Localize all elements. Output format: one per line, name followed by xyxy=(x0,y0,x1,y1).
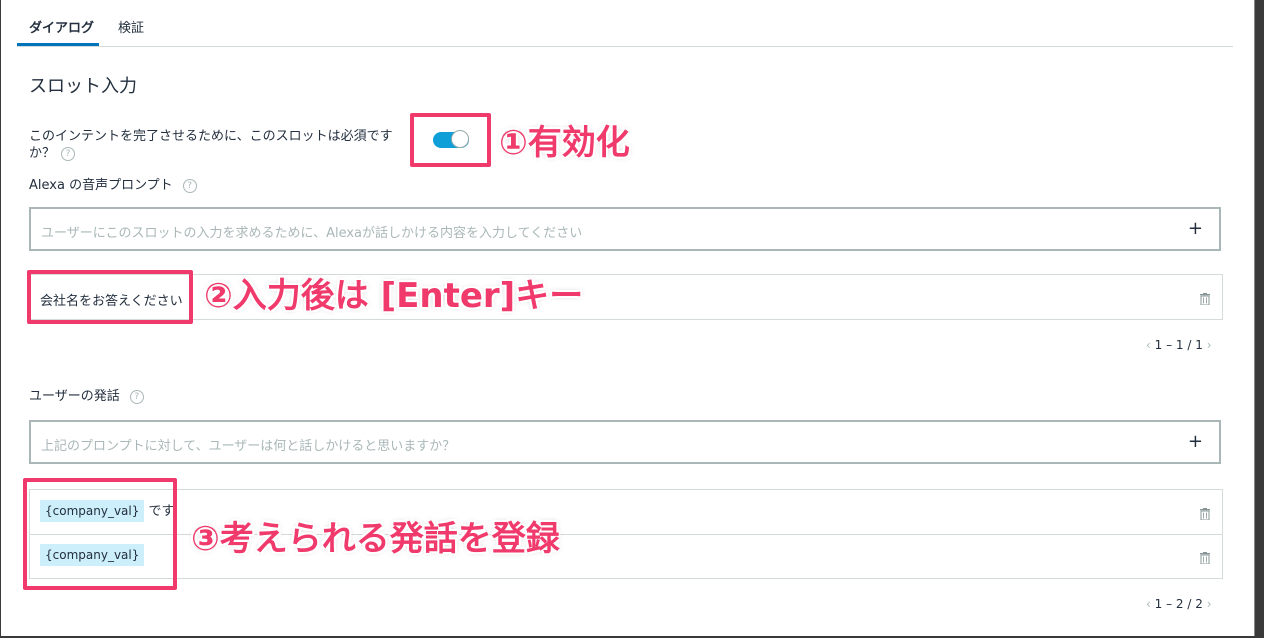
prompt-input-placeholder: ユーザーにこのスロットの入力を求めるために、Alexaが話しかける内容を入力して… xyxy=(41,226,583,241)
utterance-label-row: ユーザーの発話? xyxy=(29,388,144,405)
required-question-line2: か？ xyxy=(29,146,56,161)
prompt-pager: ‹ 1 – 1 / 1 › xyxy=(1146,338,1212,352)
help-icon[interactable]: ? xyxy=(182,178,197,193)
prompt-input[interactable]: ユーザーにこのスロットの入力を求めるために、Alexaが話しかける内容を入力して… xyxy=(29,207,1221,251)
prev-page-icon[interactable]: ‹ xyxy=(1146,597,1151,611)
utterance-input-placeholder: 上記のプロンプトに対して、ユーザーは何と話しかけると思いますか？ xyxy=(41,439,456,454)
prompt-pager-text: 1 – 1 / 1 xyxy=(1154,338,1203,352)
annotation-step1: ①有効化 xyxy=(499,123,630,163)
help-icon[interactable]: ? xyxy=(61,146,76,161)
prompt-label-row: Alexa の音声プロンプト? xyxy=(29,177,197,194)
prev-page-icon[interactable]: ‹ xyxy=(1146,338,1151,352)
active-tab-indicator xyxy=(17,43,99,46)
add-prompt-button[interactable]: + xyxy=(1188,218,1203,239)
toggle-highlight-box xyxy=(410,113,491,167)
prompt-highlight-box xyxy=(27,270,193,324)
help-icon[interactable]: ? xyxy=(129,389,144,404)
add-utterance-button[interactable]: + xyxy=(1188,431,1203,452)
section-title: スロット入力 xyxy=(29,76,137,97)
utterance-input[interactable]: 上記のプロンプトに対して、ユーザーは何と話しかけると思いますか？ + xyxy=(29,420,1221,464)
required-question-line1: このインテントを完了させるために、このスロットは必須です xyxy=(29,129,393,144)
annotation-step3: ③考えられる発話を登録 xyxy=(191,519,560,559)
annotation-step2: ②入力後は [Enter]キー xyxy=(204,276,584,316)
trash-icon[interactable] xyxy=(1200,293,1210,305)
slot-config-panel: ダイアログ 検証 スロット入力 このインテントを完了させるために、このスロットは… xyxy=(1,0,1255,636)
next-page-icon[interactable]: › xyxy=(1207,338,1212,352)
tab-dialog[interactable]: ダイアログ xyxy=(29,17,94,36)
prompt-label: Alexa の音声プロンプト xyxy=(29,178,173,193)
next-page-icon[interactable]: › xyxy=(1207,597,1212,611)
required-question-label: このインテントを完了させるために、このスロットは必須です か？? xyxy=(29,128,393,162)
utterance-pager: ‹ 1 – 2 / 2 › xyxy=(1146,597,1212,611)
tab-validation[interactable]: 検証 xyxy=(118,17,144,36)
utterance-highlight-box xyxy=(23,478,177,590)
tab-bar: ダイアログ 検証 xyxy=(17,0,1233,47)
trash-icon[interactable] xyxy=(1200,508,1210,520)
utterance-label: ユーザーの発話 xyxy=(29,389,120,404)
utterance-pager-text: 1 – 2 / 2 xyxy=(1154,597,1203,611)
trash-icon[interactable] xyxy=(1200,552,1210,564)
